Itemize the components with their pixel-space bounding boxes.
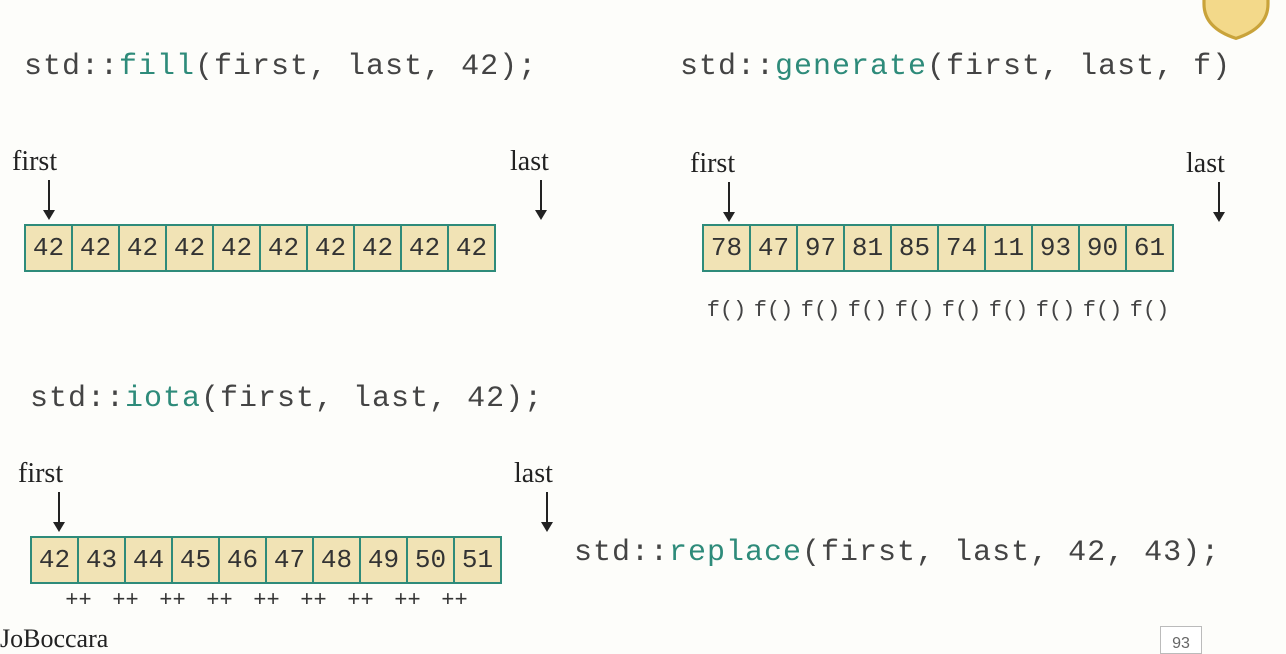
below-label: f() <box>1125 298 1174 323</box>
code-args: (first, last, 42); <box>201 382 543 416</box>
array-cell: 78 <box>702 224 751 272</box>
arrow-first-icon <box>58 492 60 530</box>
array-cell: 42 <box>353 224 402 272</box>
label-last: last <box>1186 148 1225 180</box>
label-first: first <box>12 146 57 178</box>
array-cell: 42 <box>306 224 355 272</box>
arrow-last-icon <box>546 492 548 530</box>
array-cell: 42 <box>165 224 214 272</box>
code-args: (first, last, 42); <box>195 50 537 84</box>
below-label: f() <box>843 298 892 323</box>
array-cell: 46 <box>218 536 267 584</box>
array-cell: 42 <box>71 224 120 272</box>
below-label: f() <box>749 298 798 323</box>
array-cell: 90 <box>1078 224 1127 272</box>
below-label: f() <box>1031 298 1080 323</box>
array-cell: 61 <box>1125 224 1174 272</box>
code-args: (first, last, 42, 43); <box>802 536 1220 570</box>
array-cell: 81 <box>843 224 892 272</box>
label-last: last <box>514 458 553 490</box>
arrow-last-icon <box>540 180 542 218</box>
code-iota: std::iota(first, last, 42); <box>30 382 543 416</box>
array-cell: 93 <box>1031 224 1080 272</box>
array-cell: 42 <box>24 224 73 272</box>
below-label: ++ <box>148 588 197 613</box>
code-fn: fill <box>119 50 195 84</box>
below-label <box>477 588 526 613</box>
array-cell: 43 <box>77 536 126 584</box>
array-cell: 51 <box>453 536 502 584</box>
code-prefix: std:: <box>574 536 669 570</box>
below-label: ++ <box>242 588 291 613</box>
array-cell: 42 <box>212 224 261 272</box>
code-fill: std::fill(first, last, 42); <box>24 50 537 84</box>
array-cell: 42 <box>400 224 449 272</box>
code-replace: std::replace(first, last, 42, 43); <box>574 536 1220 570</box>
code-fn: generate <box>775 50 927 84</box>
label-first: first <box>690 148 735 180</box>
below-label: f() <box>1078 298 1127 323</box>
arrow-first-icon <box>48 180 50 218</box>
array-cell: 50 <box>406 536 455 584</box>
below-label: f() <box>937 298 986 323</box>
iota-increment-row: ++++++++++++++++++ <box>54 588 526 613</box>
page-number: 93 <box>1160 626 1202 654</box>
array-cell: 42 <box>259 224 308 272</box>
arrow-first-icon <box>728 182 730 220</box>
below-label: ++ <box>101 588 150 613</box>
label-first: first <box>18 458 63 490</box>
code-prefix: std:: <box>24 50 119 84</box>
array-cell: 47 <box>749 224 798 272</box>
code-fn: iota <box>125 382 201 416</box>
code-prefix: std:: <box>30 382 125 416</box>
array-cell: 97 <box>796 224 845 272</box>
below-label: ++ <box>383 588 432 613</box>
arrow-last-icon <box>1218 182 1220 220</box>
array-cell: 11 <box>984 224 1033 272</box>
code-fn: replace <box>669 536 802 570</box>
below-label: ++ <box>289 588 338 613</box>
array-cell: 42 <box>118 224 167 272</box>
array-cell: 85 <box>890 224 939 272</box>
array-cell: 42 <box>30 536 79 584</box>
below-label: f() <box>890 298 939 323</box>
array-cell: 47 <box>265 536 314 584</box>
code-generate: std::generate(first, last, f) <box>680 50 1231 84</box>
iota-cells: 42434445464748495051 <box>30 536 502 584</box>
array-cell: 42 <box>447 224 496 272</box>
below-label: f() <box>796 298 845 323</box>
array-cell: 49 <box>359 536 408 584</box>
code-args: (first, last, f) <box>927 50 1231 84</box>
array-cell: 48 <box>312 536 361 584</box>
fill-cells: 42424242424242424242 <box>24 224 496 272</box>
below-label: ++ <box>195 588 244 613</box>
array-cell: 45 <box>171 536 220 584</box>
below-label: ++ <box>430 588 479 613</box>
label-last: last <box>510 146 549 178</box>
below-label: f() <box>984 298 1033 323</box>
below-label: f() <box>702 298 751 323</box>
array-cell: 44 <box>124 536 173 584</box>
generate-cells: 78479781857411939061 <box>702 224 1174 272</box>
corner-badge-icon <box>1196 0 1276 40</box>
below-label: ++ <box>54 588 103 613</box>
array-cell: 74 <box>937 224 986 272</box>
below-label: ++ <box>336 588 385 613</box>
generate-call-row: f()f()f()f()f()f()f()f()f()f() <box>702 298 1174 323</box>
author-handle: JoBoccara <box>0 624 108 654</box>
code-prefix: std:: <box>680 50 775 84</box>
